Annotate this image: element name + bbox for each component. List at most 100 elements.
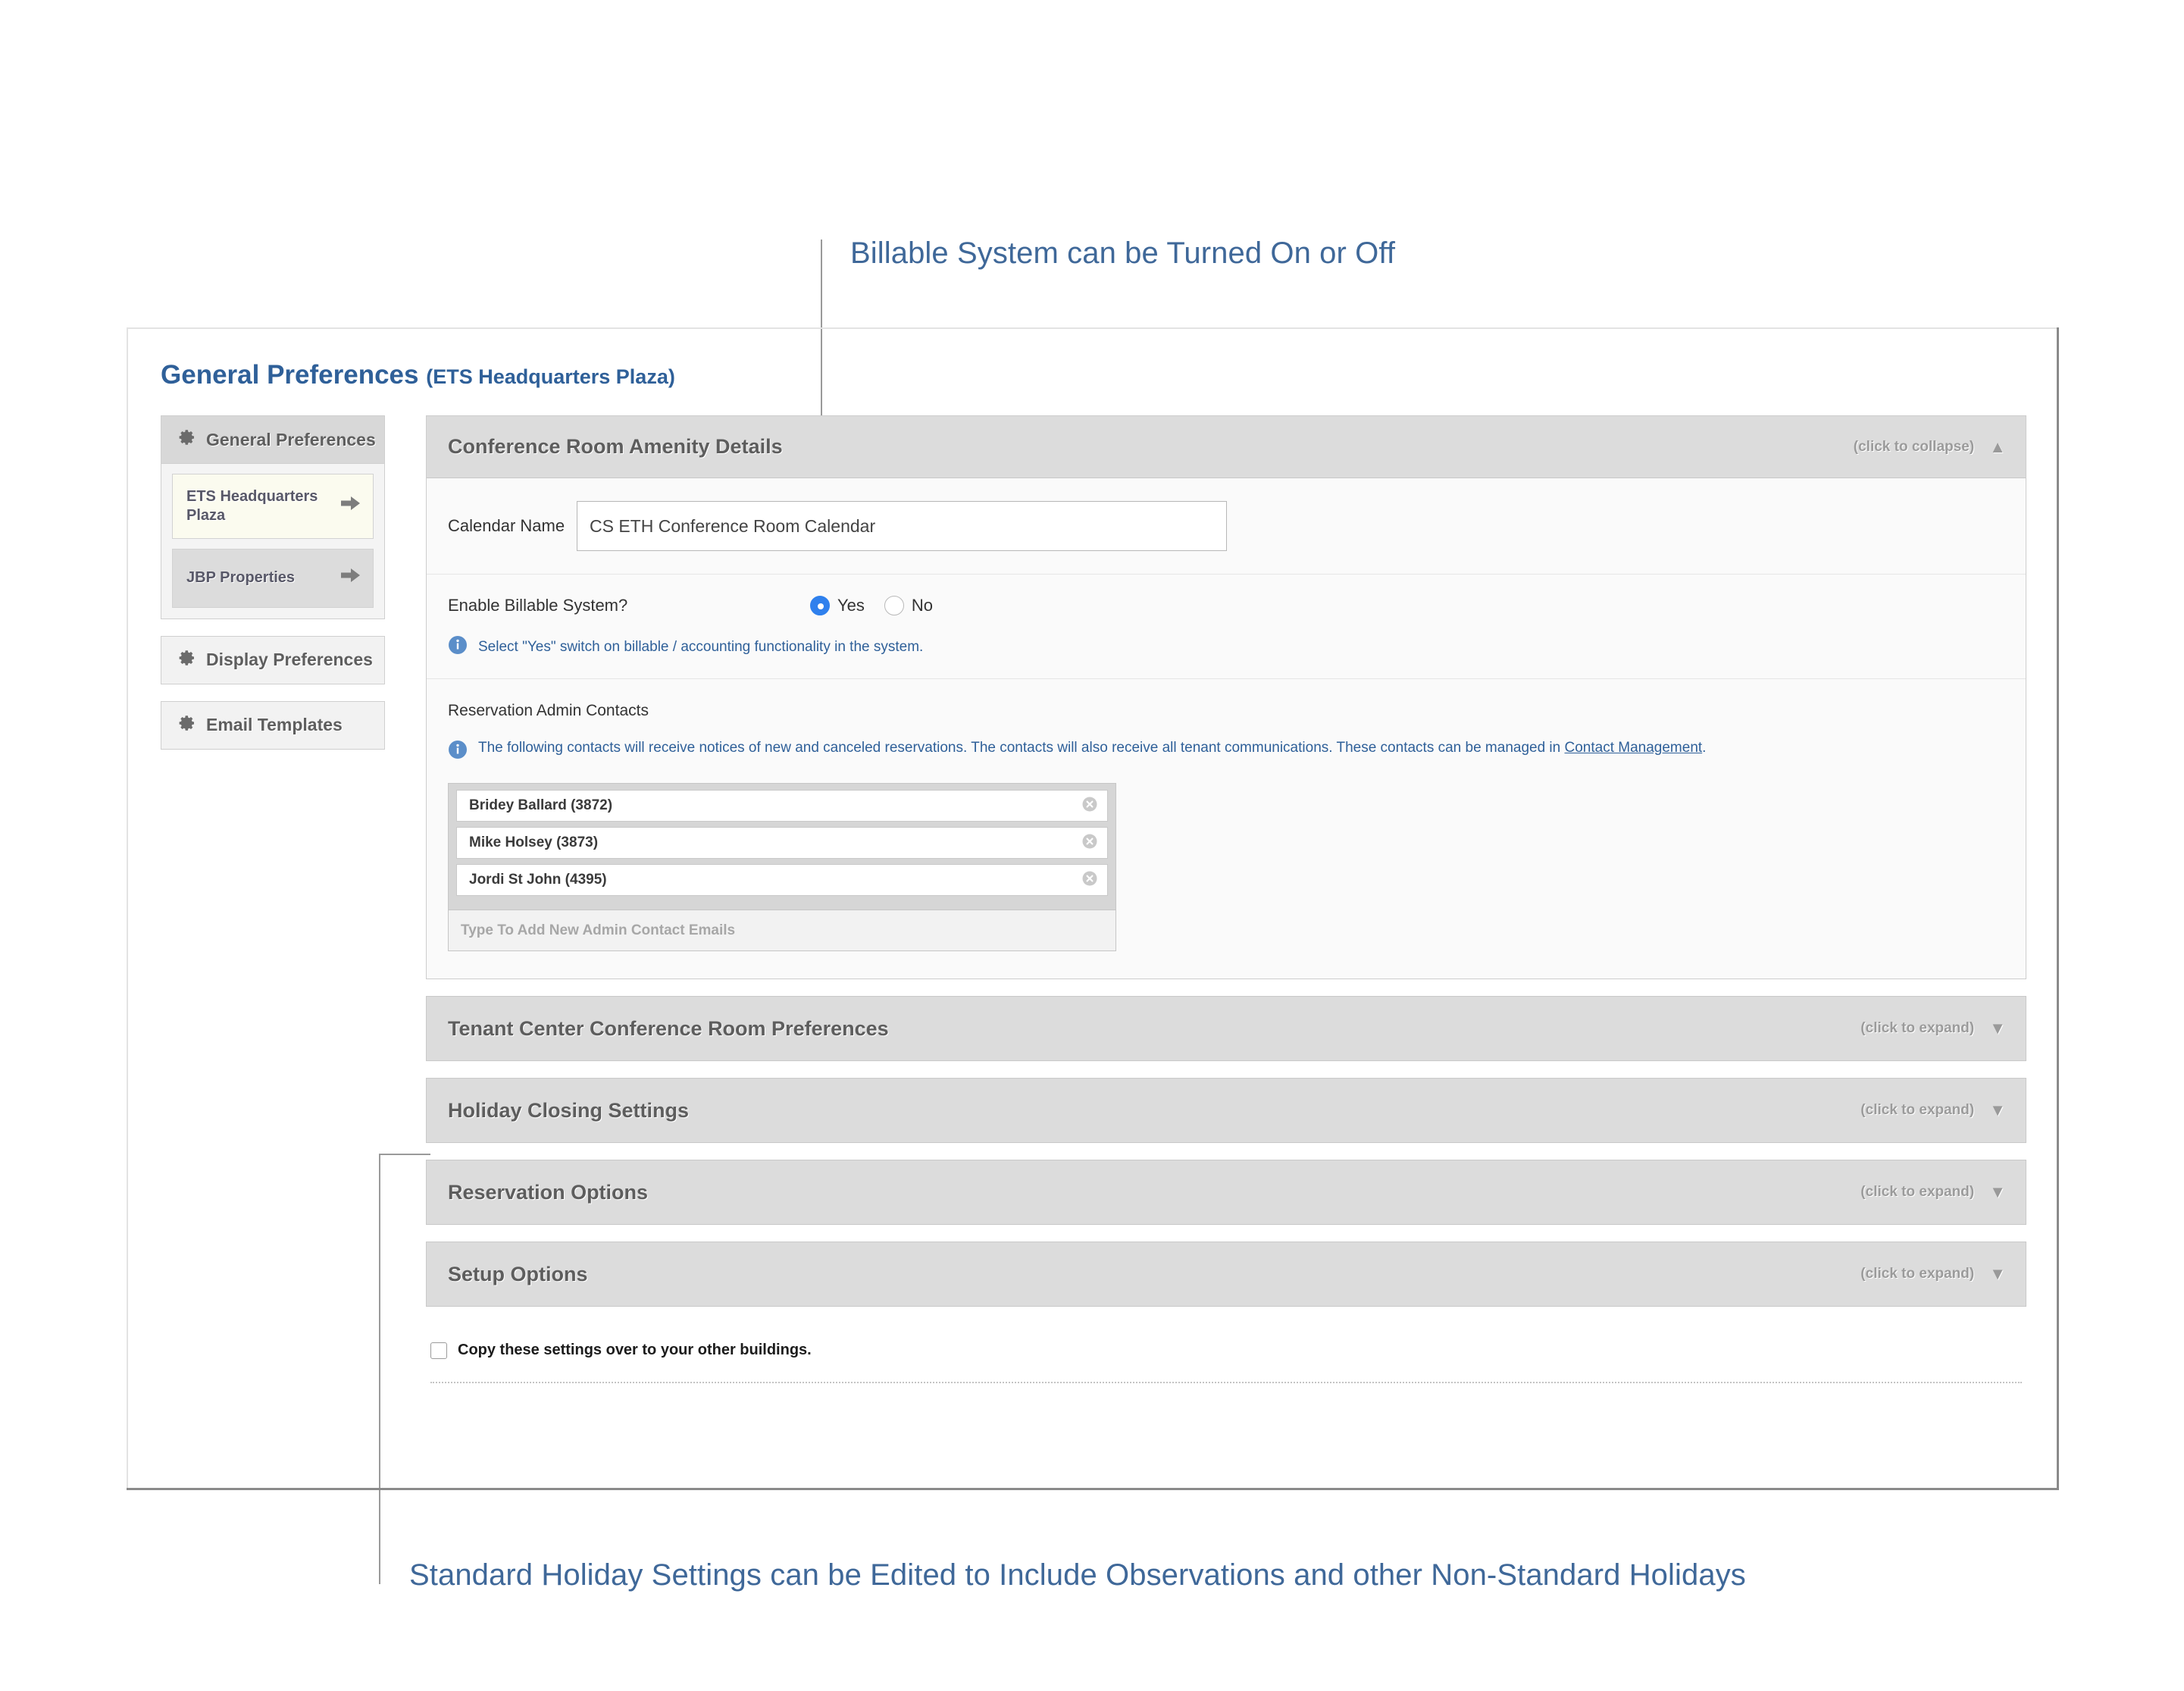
- section-toggle-label: (click to expand): [1860, 1266, 1975, 1282]
- page-title-building: (ETS Headquarters Plaza): [426, 365, 675, 388]
- sidebar-group-email-templates[interactable]: Email Templates: [161, 700, 385, 750]
- sidebar-item-ets-headquarters-plaza[interactable]: ETS Headquarters Plaza: [172, 474, 374, 539]
- caret-down-icon: ▼: [1989, 1101, 2006, 1120]
- section-toggle-label: (click to expand): [1860, 1102, 1975, 1118]
- section-collapse-toggle[interactable]: (click to collapse) ▲: [1853, 437, 2006, 456]
- list-item[interactable]: Bridey Ballard (3872): [456, 790, 1108, 822]
- section-toggle-label: (click to expand): [1860, 1020, 1975, 1036]
- contacts-note-tail: .: [1702, 740, 1707, 756]
- section-title: Setup Options: [448, 1262, 588, 1285]
- caret-down-icon: ▼: [1989, 1182, 2006, 1201]
- main-content: Conference Room Amenity Details (click t…: [426, 415, 2026, 1383]
- add-admin-contact-placeholder: Type To Add New Admin Contact Emails: [461, 922, 736, 938]
- copy-settings-checkbox[interactable]: [430, 1342, 447, 1359]
- callout-leader-line-bottom-horizontal: [379, 1154, 430, 1155]
- caret-down-icon: ▼: [1989, 1264, 2006, 1283]
- caret-up-icon: ▲: [1989, 437, 2006, 456]
- section-expand-toggle[interactable]: (click to expand) ▼: [1860, 1184, 2006, 1201]
- caret-down-icon: ▼: [1989, 1019, 2006, 1038]
- contacts-note-body: The following contacts will receive noti…: [478, 740, 1565, 756]
- remove-circle-icon[interactable]: [1081, 870, 1098, 891]
- section-title: Holiday Closing Settings: [448, 1098, 690, 1122]
- gear-icon: [178, 714, 196, 737]
- contact-label: Mike Holsey (3873): [469, 835, 599, 850]
- section-tenant-center-conference-room-preferences[interactable]: Tenant Center Conference Room Preference…: [426, 996, 2026, 1061]
- section-holiday-closing-settings[interactable]: Holiday Closing Settings (click to expan…: [426, 1078, 2026, 1143]
- row-enable-billable-system: Enable Billable System? Yes No Select "Y…: [427, 575, 2026, 679]
- section-conference-room-amenity-details: Conference Room Amenity Details (click t…: [426, 415, 2026, 979]
- sidebar-item-label: ETS Headquarters Plaza: [186, 488, 318, 524]
- remove-circle-icon[interactable]: [1081, 833, 1098, 853]
- sidebar-item-label: JBP Properties: [186, 569, 296, 587]
- radio-yes-input[interactable]: [810, 596, 830, 615]
- annotation-holiday-callout: Standard Holiday Settings can be Edited …: [409, 1558, 1746, 1592]
- info-icon: [448, 740, 468, 763]
- list-item[interactable]: Jordi St John (4395): [456, 864, 1108, 896]
- add-admin-contact-input[interactable]: Type To Add New Admin Contact Emails: [449, 910, 1115, 950]
- radio-option-no[interactable]: No: [884, 596, 933, 615]
- info-icon: [448, 635, 468, 659]
- annotation-billable-callout: Billable System can be Turned On or Off: [850, 236, 1396, 270]
- sidebar-item-label: General Preferences: [206, 429, 376, 449]
- screenshot-root: Billable System can be Turned On or Off …: [0, 0, 2184, 1691]
- row-calendar-name: Calendar Name: [427, 478, 2026, 575]
- section-title: Reservation Options: [448, 1180, 649, 1204]
- billable-label: Enable Billable System?: [448, 596, 628, 615]
- arrow-right-icon: [341, 568, 361, 588]
- admin-contacts-box: Bridey Ballard (3872) Mike Holsey (3873): [448, 783, 1116, 951]
- section-expand-toggle[interactable]: (click to expand) ▼: [1860, 1102, 2006, 1119]
- footer: Copy these settings over to your other b…: [426, 1342, 2026, 1383]
- gear-icon: [178, 649, 196, 672]
- sidebar-group-general-preferences: General Preferences ETS Headquarters Pla…: [161, 415, 385, 619]
- section-title: Tenant Center Conference Room Preference…: [448, 1016, 889, 1040]
- sidebar-item-label: Email Templates: [206, 715, 343, 735]
- section-reservation-options[interactable]: Reservation Options (click to expand) ▼: [426, 1160, 2026, 1225]
- contacts-title: Reservation Admin Contacts: [448, 702, 649, 719]
- app-frame-bottom-border: [127, 1488, 2059, 1490]
- page-title-main: General Preferences: [161, 360, 419, 390]
- radio-no-label: No: [911, 596, 934, 615]
- contacts-note: The following contacts will receive noti…: [448, 740, 2004, 763]
- calendar-name-label: Calendar Name: [448, 516, 565, 535]
- callout-leader-line-bottom-vertical: [379, 1154, 380, 1584]
- copy-settings-row[interactable]: Copy these settings over to your other b…: [430, 1342, 2022, 1359]
- radio-no-input[interactable]: [884, 596, 904, 615]
- footer-divider: [430, 1382, 2022, 1383]
- gear-icon: [178, 428, 196, 451]
- section-title: Conference Room Amenity Details: [448, 435, 783, 458]
- calendar-name-input[interactable]: [577, 501, 1227, 551]
- billable-hint-text: Select "Yes" switch on billable / accoun…: [478, 638, 924, 655]
- radio-option-yes[interactable]: Yes: [810, 596, 865, 615]
- remove-circle-icon[interactable]: [1081, 796, 1098, 816]
- app-frame-right-border: [2057, 327, 2059, 1490]
- contact-label: Jordi St John (4395): [469, 872, 607, 888]
- sidebar-group-body: ETS Headquarters Plaza JBP Properties: [161, 464, 384, 618]
- sidebar: General Preferences ETS Headquarters Pla…: [161, 415, 385, 766]
- copy-settings-label: Copy these settings over to your other b…: [458, 1342, 812, 1358]
- contact-label: Bridey Ballard (3872): [469, 797, 613, 813]
- radio-yes-label: Yes: [837, 596, 865, 615]
- app-frame-left-border: [127, 327, 128, 1490]
- section-expand-toggle[interactable]: (click to expand) ▼: [1860, 1266, 2006, 1282]
- page-title: General Preferences (ETS Headquarters Pl…: [161, 360, 675, 390]
- row-reservation-admin-contacts: Reservation Admin Contacts The following…: [427, 679, 2026, 979]
- section-setup-options[interactable]: Setup Options (click to expand) ▼: [426, 1242, 2026, 1307]
- contacts-note-text: The following contacts will receive noti…: [478, 740, 1706, 757]
- sidebar-item-label: Display Preferences: [206, 650, 373, 670]
- app-frame-top-border: [127, 327, 2058, 329]
- section-header[interactable]: Conference Room Amenity Details (click t…: [427, 416, 2026, 478]
- arrow-right-icon: [341, 496, 361, 516]
- section-toggle-label: (click to expand): [1860, 1184, 1975, 1200]
- sidebar-group-display-preferences[interactable]: Display Preferences: [161, 635, 385, 684]
- admin-contacts-list: Bridey Ballard (3872) Mike Holsey (3873): [449, 784, 1115, 910]
- list-item[interactable]: Mike Holsey (3873): [456, 827, 1108, 859]
- billable-radio-line: Enable Billable System? Yes No: [448, 596, 2004, 615]
- sidebar-item-jbp-properties[interactable]: JBP Properties: [172, 548, 374, 608]
- contact-management-link[interactable]: Contact Management: [1565, 740, 1703, 756]
- sidebar-item-email-templates[interactable]: Email Templates: [161, 701, 384, 749]
- sidebar-item-general-preferences[interactable]: General Preferences: [161, 416, 384, 464]
- sidebar-item-display-preferences[interactable]: Display Preferences: [161, 636, 384, 684]
- section-expand-toggle[interactable]: (click to expand) ▼: [1860, 1020, 2006, 1037]
- section-toggle-label: (click to collapse): [1853, 438, 1975, 455]
- billable-hint: Select "Yes" switch on billable / accoun…: [448, 635, 2004, 659]
